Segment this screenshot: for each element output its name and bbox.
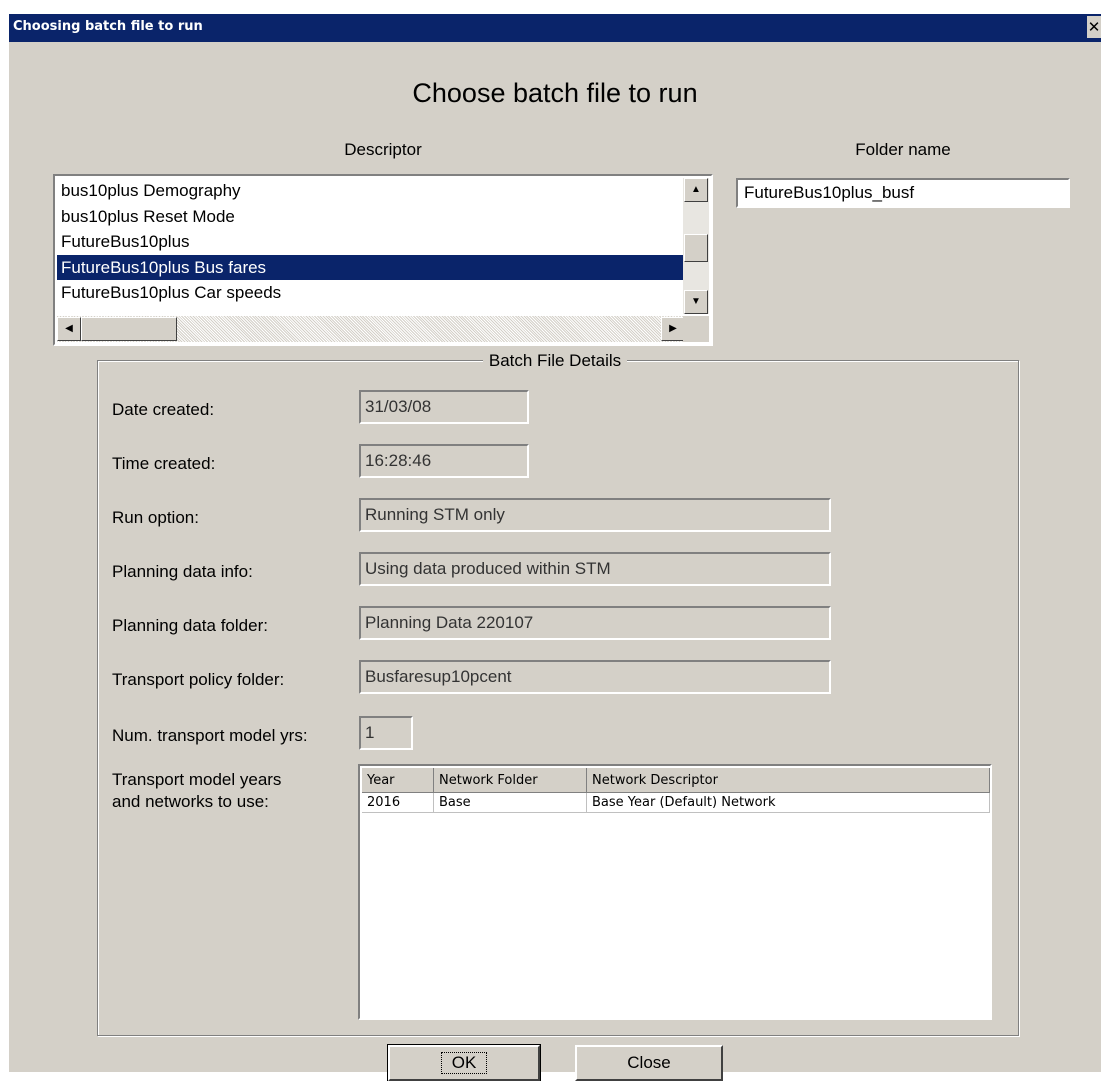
title-bar[interactable]: Choosing batch file to run ✕ [9,14,1101,42]
transport-policy-folder-field: Busfaresup10pcent [359,660,831,694]
time-created-field: 16:28:46 [359,444,529,478]
list-item[interactable]: FutureBus10plus [57,229,685,255]
planning-data-folder-label: Planning data folder: [112,616,268,635]
scroll-down-icon[interactable]: ▼ [684,290,708,314]
planning-data-info-label: Planning data info: [112,562,253,581]
folder-name-label: Folder name [855,140,951,159]
time-created-label: Time created: [112,454,216,473]
close-icon[interactable]: ✕ [1087,16,1101,38]
scroll-up-icon[interactable]: ▲ [684,178,708,202]
planning-data-folder-field: Planning Data 220107 [359,606,831,640]
scroll-left-icon[interactable]: ◀ [57,317,81,341]
list-item[interactable]: FutureBus10plus Car speeds [57,280,685,306]
page-title: Choose batch file to run [412,78,698,108]
horizontal-scroll-thumb[interactable] [81,317,177,341]
horizontal-scrollbar[interactable]: ◀ ▶ [57,316,685,342]
close-button[interactable]: Close [575,1045,723,1081]
list-item-selected[interactable]: FutureBus10plus Bus fares [57,254,685,280]
years-networks-table[interactable]: Year Network Folder Network Descriptor 2… [358,764,992,1020]
run-option-label: Run option: [112,508,199,527]
window-title: Choosing batch file to run [13,19,203,34]
vertical-scroll-thumb[interactable] [684,234,708,262]
dialog-window: Choosing batch file to run ✕ Choose batc… [9,14,1101,1081]
date-created-label: Date created: [112,400,215,419]
list-item[interactable]: bus10plus Demography [57,178,685,204]
num-transport-model-yrs-label: Num. transport model yrs: [112,726,308,745]
list-item[interactable]: bus10plus Reset Mode [57,204,685,230]
column-header-network-descriptor[interactable]: Network Descriptor [587,768,990,793]
descriptor-listbox[interactable]: bus10plus Demography bus10plus Reset Mod… [53,174,713,346]
run-option-field: Running STM only [359,498,831,532]
num-transport-model-yrs-field: 1 [359,716,413,750]
planning-data-info-field: Using data produced within STM [359,552,831,586]
column-header-year[interactable]: Year [362,768,434,793]
vertical-scrollbar[interactable]: ▲ ▼ [683,178,709,314]
ok-button-label: OK [440,1052,488,1074]
group-legend-text: Batch File Details [482,351,628,370]
table-header: Year Network Folder Network Descriptor [362,768,990,793]
folder-name-input[interactable]: FutureBus10plus_busf [736,178,1070,208]
ok-button[interactable]: OK [387,1044,541,1081]
transport-model-years-label-line2: and networks to use: [112,792,269,811]
group-legend: Batch File Details [9,351,1101,371]
table-cell-year[interactable]: 2016 [362,793,434,813]
transport-model-years-label: Transport model years [112,770,282,789]
scroll-right-icon[interactable]: ▶ [661,317,685,341]
table-cell-network-folder[interactable]: Base [434,793,587,813]
column-header-network-folder[interactable]: Network Folder [434,768,587,793]
date-created-field: 31/03/08 [359,390,529,424]
descriptor-label: Descriptor [344,140,422,159]
scrollbar-corner [683,316,709,342]
transport-policy-folder-label: Transport policy folder: [112,670,285,689]
table-cell-network-descriptor[interactable]: Base Year (Default) Network [587,793,990,813]
